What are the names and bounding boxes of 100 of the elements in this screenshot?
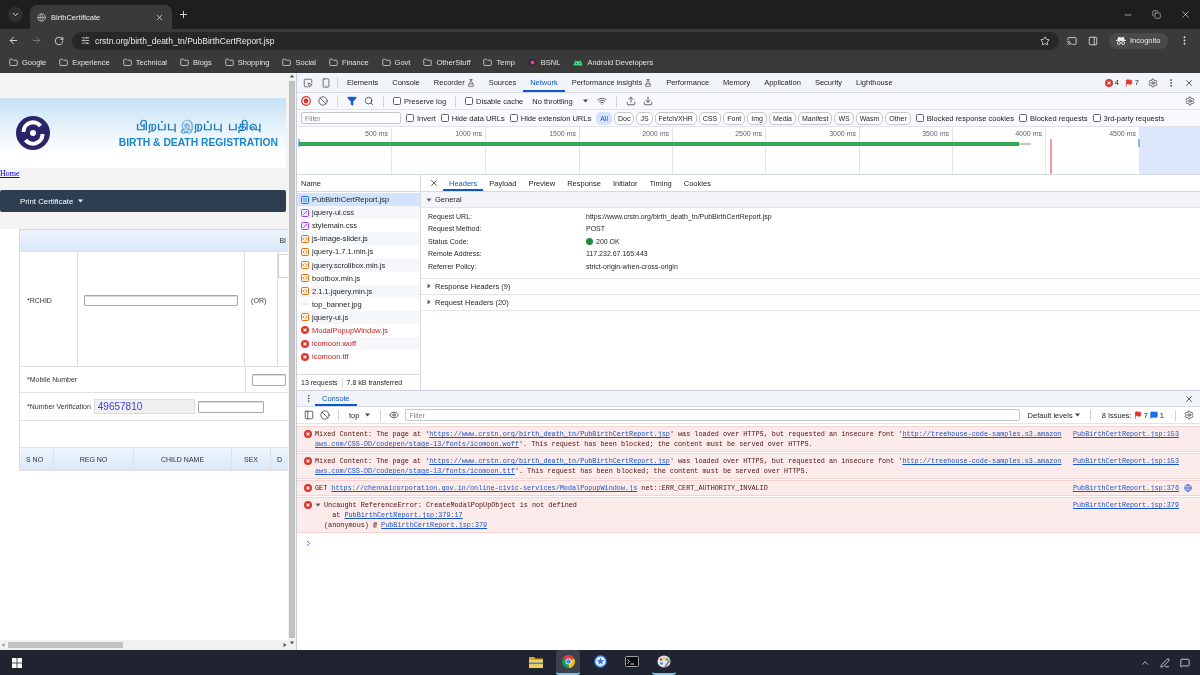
chevron-right-icon [304,538,313,548]
site-title-tamil: பிறப்பு இறப்பு பதிவு [135,118,261,135]
code-file-icon [301,247,309,256]
mobile-input[interactable] [252,373,286,386]
error-icon [301,326,309,335]
caret-icon [1074,413,1080,417]
pointer-box-icon[interactable] [303,77,313,88]
error-icon [1104,78,1113,87]
arrow-left-icon[interactable] [8,35,19,46]
panel-left-icon[interactable] [304,410,314,420]
settings-icon[interactable] [1185,96,1195,106]
site-title: BIRTH & DEATH REGISTRATION [118,137,278,148]
home-link[interactable]: Home [0,168,20,179]
error-icon [304,430,312,438]
cast-icon[interactable] [1067,35,1077,46]
globe-icon[interactable] [1184,484,1192,492]
checkbox[interactable] [440,114,449,122]
error-icon [301,339,309,348]
palette-icon [657,655,671,668]
upload-icon[interactable] [625,96,636,106]
hat-glasses-icon [1116,36,1126,45]
folder-icon [529,655,543,668]
filter-icon[interactable] [347,96,357,106]
four-squares-icon[interactable] [12,657,22,668]
search-icon[interactable] [364,96,374,106]
error-icon [304,484,312,492]
code-file-icon [301,287,309,296]
checkbox[interactable] [406,114,414,122]
folder-icon [282,58,292,67]
scrollbar-thumb[interactable] [8,642,123,648]
folder-icon [59,58,69,67]
download-icon[interactable] [642,96,653,106]
code-file-icon [301,261,309,269]
message-icon [1149,411,1158,419]
selection-overlay [1140,127,1200,139]
address-bar[interactable]: crstn.org/birth_death_tn/PubBirthCertReport.jsp [72,31,1059,50]
chevron-down-icon [11,10,20,19]
code-file-icon [301,274,309,283]
ban-icon[interactable] [318,96,328,106]
folder-icon [180,58,189,67]
speech-bubble-icon[interactable] [1180,657,1190,668]
checkbox[interactable] [1018,114,1027,122]
plus-icon[interactable] [178,9,189,20]
horizontal-scrollbar[interactable] [0,640,288,650]
ban-icon[interactable] [320,410,330,420]
close-icon[interactable] [1184,393,1194,404]
globe-icon [37,12,46,22]
caret-icon [78,199,84,203]
phone-icon[interactable] [321,77,331,88]
vertical-scrollbar[interactable] [288,73,296,640]
folder-icon [483,58,493,67]
rchid-input[interactable] [83,294,238,306]
panel-right-icon[interactable] [1088,35,1098,46]
more-icon[interactable] [304,394,313,403]
sliders-icon [81,36,90,45]
close-icon[interactable] [1184,77,1194,88]
folder-icon [224,58,234,67]
folder-icon [122,58,132,67]
error-icon [304,501,312,509]
status-dot-icon [586,237,593,245]
document-icon [301,195,309,204]
tab-search-button[interactable] [8,7,23,22]
pen-icon[interactable] [1160,657,1170,668]
settings-icon[interactable] [1148,77,1158,88]
caret-icon [365,413,371,417]
scrollbar-thumb[interactable] [289,81,295,638]
scroll-right-icon[interactable] [282,642,288,648]
reload-icon[interactable] [54,35,64,46]
wifi-icon[interactable] [596,96,607,106]
folder-icon [328,58,338,67]
emblem-logo [15,115,51,151]
checkbox[interactable] [465,97,474,105]
captcha-input[interactable] [197,400,264,413]
checkbox[interactable] [393,97,401,105]
checkbox[interactable] [1092,114,1101,122]
close-icon[interactable] [155,12,164,22]
caret-icon [582,99,588,103]
checkbox[interactable] [915,114,924,122]
close-icon [1180,9,1191,20]
settings-icon[interactable] [1184,410,1194,420]
error-icon [304,457,312,465]
star-icon[interactable] [1040,35,1050,46]
code-file-icon [301,313,309,322]
record-icon[interactable] [301,96,311,106]
code-file-icon [301,234,309,243]
taskbar-button[interactable] [556,650,580,675]
folder-icon [423,58,433,67]
terminal-icon [625,656,639,667]
flag-icon [1133,411,1142,419]
error-icon [301,352,309,361]
folder-icon [381,58,391,67]
close-icon[interactable] [429,178,439,188]
slashed-file-icon [301,221,309,230]
folder-icon [9,58,18,67]
slashed-file-icon [301,208,309,217]
captcha-code: 49657810 [93,399,195,414]
checkbox[interactable] [509,114,518,122]
robot-head-icon [573,59,584,66]
restore-icon [1152,10,1161,19]
eye-icon[interactable] [389,410,400,420]
